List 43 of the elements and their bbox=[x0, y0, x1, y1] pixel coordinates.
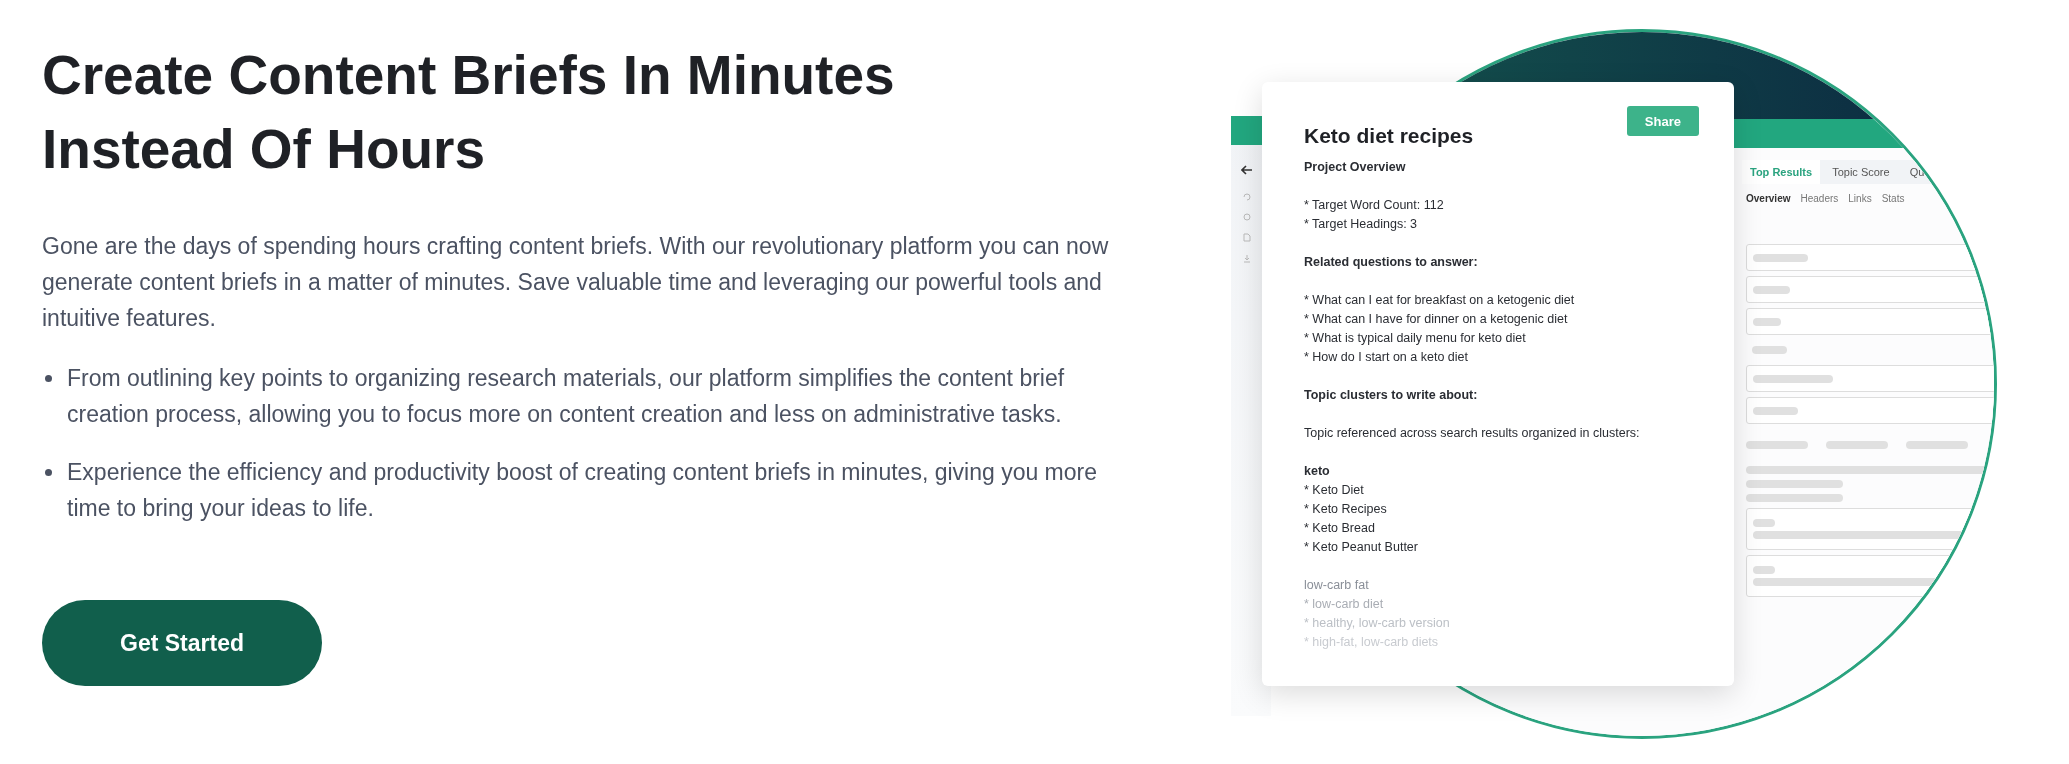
skeleton-bar bbox=[1826, 441, 1888, 449]
intro-paragraph: Gone are the days of spending hours crafting content briefs. With our revolutionary platform you can now generate content briefs in a matter of minutes. Save valuable time and leveraging our powerful tools and intuitive features. bbox=[42, 232, 1110, 333]
brief-line: * What can I eat for breakfast on a ketogenic diet bbox=[1304, 292, 1576, 309]
brief-line: * low-carb diet bbox=[1304, 596, 1385, 613]
skeleton-bar bbox=[1746, 441, 1808, 449]
brief-line: * healthy, low-carb version bbox=[1304, 615, 1451, 632]
download-icon[interactable] bbox=[1242, 254, 1251, 263]
subtab[interactable]: Overview bbox=[1746, 193, 1791, 204]
subtab[interactable]: Stats bbox=[1881, 193, 1905, 204]
brief-line: * How do I start on a keto diet bbox=[1304, 349, 1469, 366]
redo-icon[interactable] bbox=[1242, 193, 1251, 201]
get-started-button[interactable]: Get Started bbox=[42, 600, 322, 686]
skeleton-bar bbox=[1906, 441, 1968, 449]
brief-line: * Keto Bread bbox=[1304, 520, 1376, 537]
brief-title: Keto diet recipes bbox=[1304, 124, 1474, 148]
brief-line: Topic referenced across search results organized in clusters: bbox=[1304, 425, 1641, 442]
back-arrow-icon[interactable] bbox=[1240, 165, 1253, 175]
brief-line: * Keto Peanut Butter bbox=[1304, 539, 1419, 556]
brief-line: Related questions to answer: bbox=[1304, 254, 1479, 271]
bullet-text: Experience the efficiency and productivity boost of creating content briefs in minutes, giving you more time to bring your ideas to life. bbox=[67, 458, 1099, 523]
brief-line: * What is typical daily menu for keto diet bbox=[1304, 330, 1527, 347]
brief-line: Topic clusters to write about: bbox=[1304, 387, 1479, 404]
tab[interactable]: Top Results bbox=[1742, 160, 1821, 184]
brief-line: * What can I have for dinner on a ketogenic diet bbox=[1304, 311, 1569, 328]
circle-icon[interactable] bbox=[1242, 213, 1251, 221]
brief-line: keto bbox=[1304, 463, 1331, 480]
bullet-text: From outlining key points to organizing research materials, our platform simplifies the content brief creation process, allowing you to focus more on content creation and less on administrative tasks. bbox=[67, 364, 1066, 429]
brief-line: * Keto Diet bbox=[1304, 482, 1365, 499]
document-icon[interactable] bbox=[1242, 233, 1251, 242]
page-heading: Create Content Briefs In Minutes Instead Of Hours bbox=[42, 43, 896, 182]
share-button[interactable]: Share bbox=[1626, 106, 1699, 136]
brief-line: low-carb fat bbox=[1304, 577, 1370, 594]
tab[interactable]: Topic Score bbox=[1824, 160, 1898, 184]
brief-line: * Keto Recipes bbox=[1304, 501, 1388, 518]
brief-line: * Target Word Count: 112 bbox=[1304, 197, 1445, 214]
bullet-dot-icon bbox=[45, 469, 52, 476]
subtab[interactable]: Links bbox=[1848, 193, 1872, 204]
brief-line: Project Overview bbox=[1304, 159, 1407, 176]
subtab[interactable]: Headers bbox=[1800, 193, 1839, 204]
bullet-dot-icon bbox=[45, 375, 52, 382]
brief-line: * Target Headings: 3 bbox=[1304, 216, 1419, 233]
skeleton-bar bbox=[1752, 346, 1787, 354]
tab[interactable]: Qu bbox=[1901, 160, 1933, 184]
